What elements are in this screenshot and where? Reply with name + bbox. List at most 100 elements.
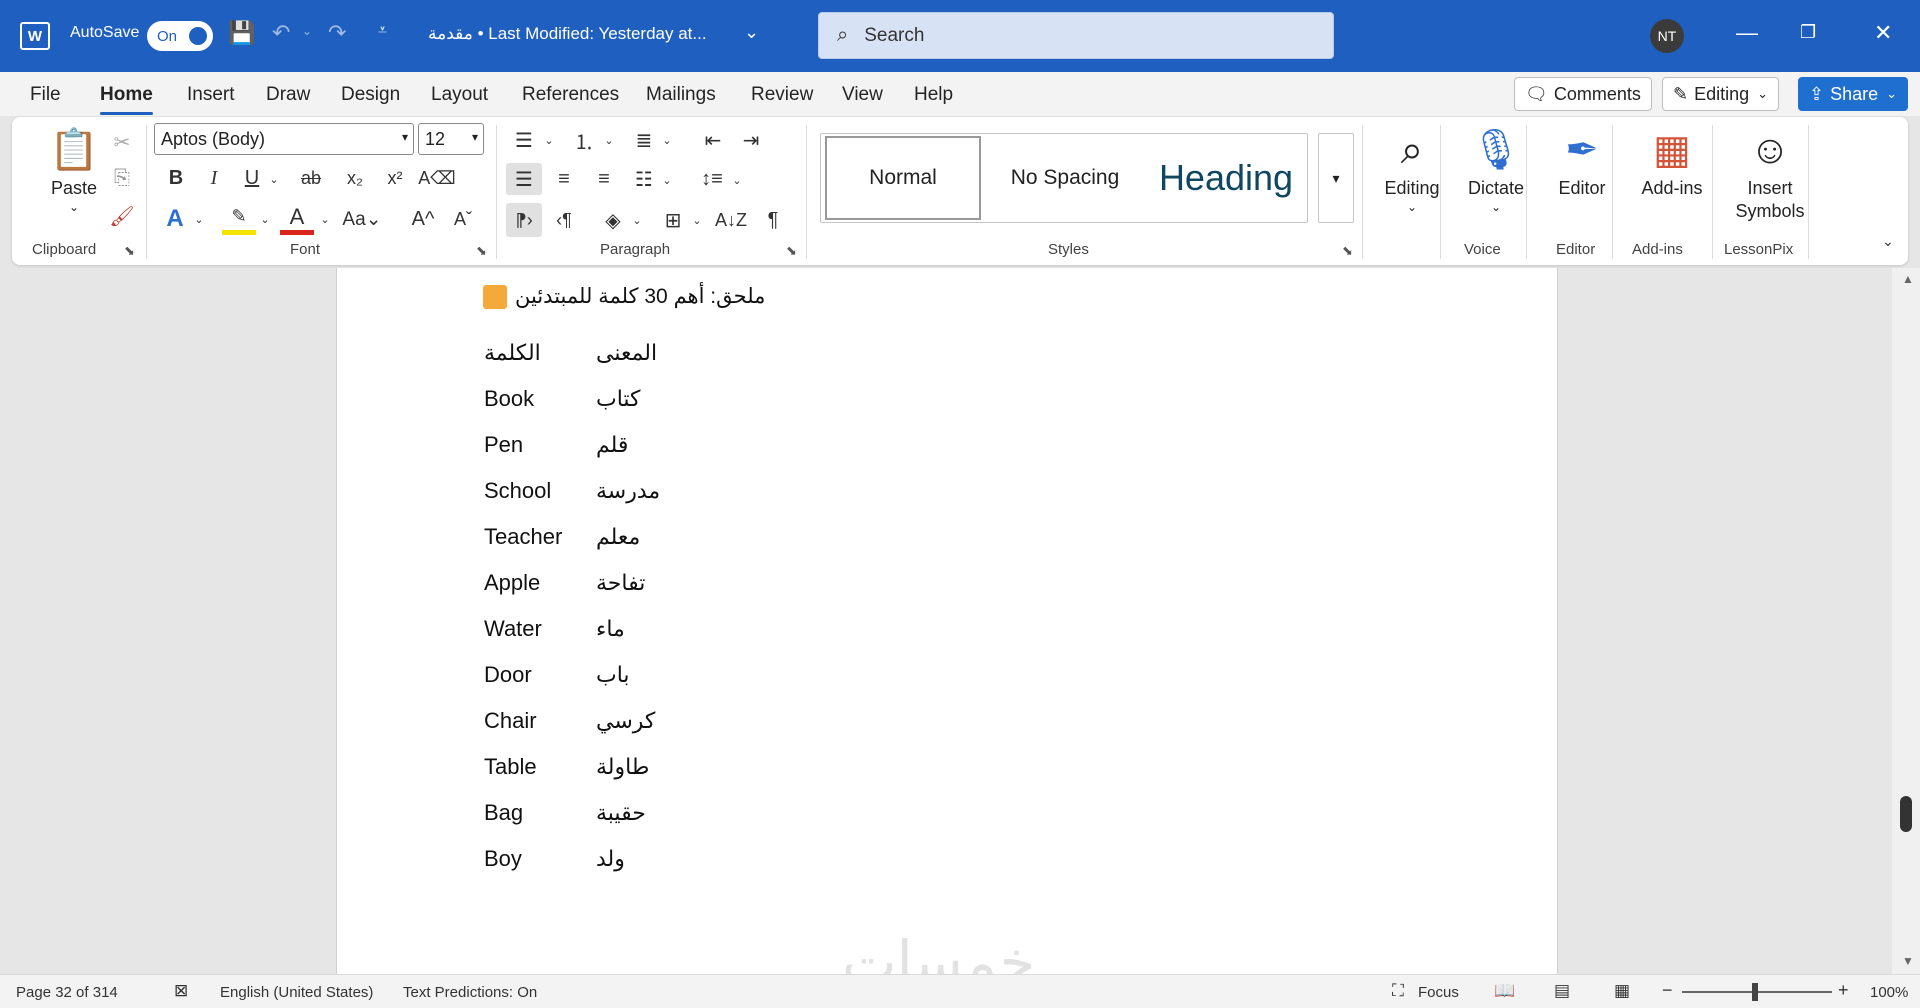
- tab-home[interactable]: Home: [100, 84, 153, 115]
- page-indicator[interactable]: Page 32 of 314: [16, 984, 118, 1001]
- copy-icon[interactable]: ⎘: [102, 163, 142, 193]
- font-name-combo[interactable]: Aptos (Body) ▾: [154, 123, 414, 155]
- insert-symbols-button[interactable]: ☺ Insert Symbols: [1728, 123, 1812, 222]
- dialog-launcher-icon[interactable]: ⬊: [124, 243, 135, 259]
- read-mode-icon[interactable]: 📖: [1494, 981, 1515, 1001]
- collapse-ribbon-icon[interactable]: ⌄: [1876, 229, 1900, 253]
- shading-icon[interactable]: ◈: [596, 203, 630, 237]
- customize-toolbar-icon[interactable]: ⩡: [378, 22, 387, 40]
- bullets-icon[interactable]: ☰: [506, 125, 542, 155]
- save-icon[interactable]: 💾: [228, 20, 255, 46]
- proofing-icon[interactable]: ⊠: [174, 981, 188, 1001]
- editing-button[interactable]: ⌕ Editing ⌄: [1370, 123, 1454, 215]
- avatar[interactable]: NT: [1650, 19, 1684, 53]
- justify-icon[interactable]: ☷: [626, 163, 662, 195]
- comments-button[interactable]: 🗨 Comments: [1514, 77, 1652, 111]
- document-title[interactable]: مقدمة • Last Modified: Yesterday at...: [428, 24, 707, 44]
- highlighter-icon[interactable]: ✎: [222, 203, 256, 235]
- multilevel-list-icon[interactable]: ≣: [626, 125, 662, 155]
- style-normal[interactable]: Normal: [825, 136, 981, 220]
- italic-icon[interactable]: I: [200, 163, 228, 193]
- redo-icon[interactable]: ↷: [328, 20, 346, 46]
- style-heading[interactable]: Heading: [1151, 136, 1301, 220]
- title-dropdown-icon[interactable]: ⌄: [744, 22, 759, 43]
- chevron-down-icon[interactable]: ⌄: [602, 129, 616, 151]
- zoom-in-icon[interactable]: +: [1838, 980, 1849, 1001]
- tab-layout[interactable]: Layout: [431, 84, 488, 106]
- numbering-icon[interactable]: ⒈: [566, 125, 602, 155]
- bold-icon[interactable]: B: [162, 163, 190, 193]
- vertical-scrollbar[interactable]: [1892, 268, 1920, 974]
- strikethrough-icon[interactable]: ab: [294, 163, 328, 193]
- scroll-thumb[interactable]: [1900, 796, 1912, 832]
- chevron-down-icon[interactable]: ⌄: [318, 209, 332, 229]
- font-color-icon[interactable]: A: [280, 203, 314, 235]
- chevron-down-icon[interactable]: ⌄: [690, 209, 704, 231]
- show-formatting-icon[interactable]: ¶: [756, 203, 790, 237]
- change-case-icon[interactable]: Aa⌄: [340, 203, 384, 235]
- increase-indent-icon[interactable]: ⇥: [734, 125, 768, 155]
- align-center-icon[interactable]: ≡: [546, 163, 582, 195]
- sort-icon[interactable]: A↓Z: [714, 203, 748, 237]
- tab-draw[interactable]: Draw: [266, 84, 310, 106]
- scroll-up-icon[interactable]: ▲: [1902, 272, 1914, 286]
- chevron-down-icon[interactable]: ⌄: [660, 169, 674, 191]
- dialog-launcher-icon[interactable]: ⬊: [1342, 243, 1353, 259]
- focus-label[interactable]: Focus: [1418, 984, 1459, 1001]
- tab-mailings[interactable]: Mailings: [646, 84, 716, 106]
- styles-more-icon[interactable]: ▾: [1318, 133, 1354, 223]
- tab-design[interactable]: Design: [341, 84, 400, 106]
- focus-icon[interactable]: ⛶: [1392, 981, 1404, 1001]
- chevron-down-icon[interactable]: ⌄: [730, 169, 744, 191]
- ltr-direction-icon[interactable]: ⁋›: [506, 203, 542, 237]
- clear-formatting-icon[interactable]: A⌫: [418, 163, 455, 193]
- zoom-level[interactable]: 100%: [1870, 984, 1908, 1001]
- share-button[interactable]: ⇪ Share ⌄: [1798, 77, 1909, 111]
- document-page[interactable]: ملحق: أهم 30 كلمة للمبتدئين الكلمة المعن…: [336, 268, 1558, 974]
- grow-font-icon[interactable]: A^: [408, 203, 438, 235]
- dialog-launcher-icon[interactable]: ⬊: [476, 243, 487, 259]
- rtl-direction-icon[interactable]: ‹¶: [546, 203, 582, 237]
- align-left-icon[interactable]: ☰: [506, 163, 542, 195]
- autosave-toggle[interactable]: On: [147, 21, 213, 51]
- underline-icon[interactable]: U: [238, 163, 266, 193]
- text-effects-icon[interactable]: A: [160, 203, 190, 235]
- tab-review[interactable]: Review: [751, 84, 813, 106]
- zoom-slider-thumb[interactable]: [1752, 983, 1758, 1001]
- undo-dropdown-icon[interactable]: ⌄: [302, 24, 312, 38]
- chevron-down-icon[interactable]: ⌄: [266, 167, 282, 191]
- undo-icon[interactable]: ↶: [272, 20, 290, 46]
- tab-file[interactable]: File: [30, 84, 61, 106]
- tab-view[interactable]: View: [842, 84, 883, 106]
- zoom-out-icon[interactable]: −: [1662, 980, 1673, 1001]
- web-layout-icon[interactable]: ▦: [1614, 981, 1630, 1001]
- dialog-launcher-icon[interactable]: ⬊: [786, 243, 797, 259]
- chevron-down-icon[interactable]: ⌄: [630, 209, 644, 231]
- tab-help[interactable]: Help: [914, 84, 953, 106]
- format-painter-icon[interactable]: 🖌: [102, 201, 142, 231]
- chevron-down-icon[interactable]: ⌄: [542, 129, 556, 151]
- tab-references[interactable]: References: [522, 84, 619, 106]
- close-icon[interactable]: ✕: [1874, 20, 1892, 46]
- chevron-down-icon[interactable]: ⌄: [258, 209, 272, 229]
- align-right-icon[interactable]: ≡: [586, 163, 622, 195]
- style-no-spacing[interactable]: No Spacing: [985, 136, 1145, 220]
- cut-icon[interactable]: ✂: [102, 127, 142, 157]
- search-box[interactable]: ⌕ Search: [818, 12, 1334, 59]
- restore-icon[interactable]: ❐: [1800, 22, 1816, 43]
- subscript-icon[interactable]: x₂: [340, 163, 370, 193]
- minimize-icon[interactable]: —: [1736, 20, 1758, 46]
- borders-icon[interactable]: ⊞: [656, 203, 690, 237]
- text-predictions[interactable]: Text Predictions: On: [403, 984, 537, 1001]
- decrease-indent-icon[interactable]: ⇤: [696, 125, 730, 155]
- shrink-font-icon[interactable]: Aˇ: [448, 203, 478, 235]
- addins-button[interactable]: ▦ Add-ins: [1630, 123, 1714, 200]
- print-layout-icon[interactable]: ▤: [1554, 981, 1570, 1001]
- tab-insert[interactable]: Insert: [187, 84, 235, 106]
- font-size-combo[interactable]: 12 ▾: [418, 123, 484, 155]
- editing-mode-button[interactable]: ✎ Editing ⌄: [1662, 77, 1780, 111]
- superscript-icon[interactable]: x²: [380, 163, 410, 193]
- scroll-down-icon[interactable]: ▼: [1902, 954, 1914, 968]
- chevron-down-icon[interactable]: ⌄: [660, 129, 674, 151]
- chevron-down-icon[interactable]: ⌄: [192, 209, 206, 229]
